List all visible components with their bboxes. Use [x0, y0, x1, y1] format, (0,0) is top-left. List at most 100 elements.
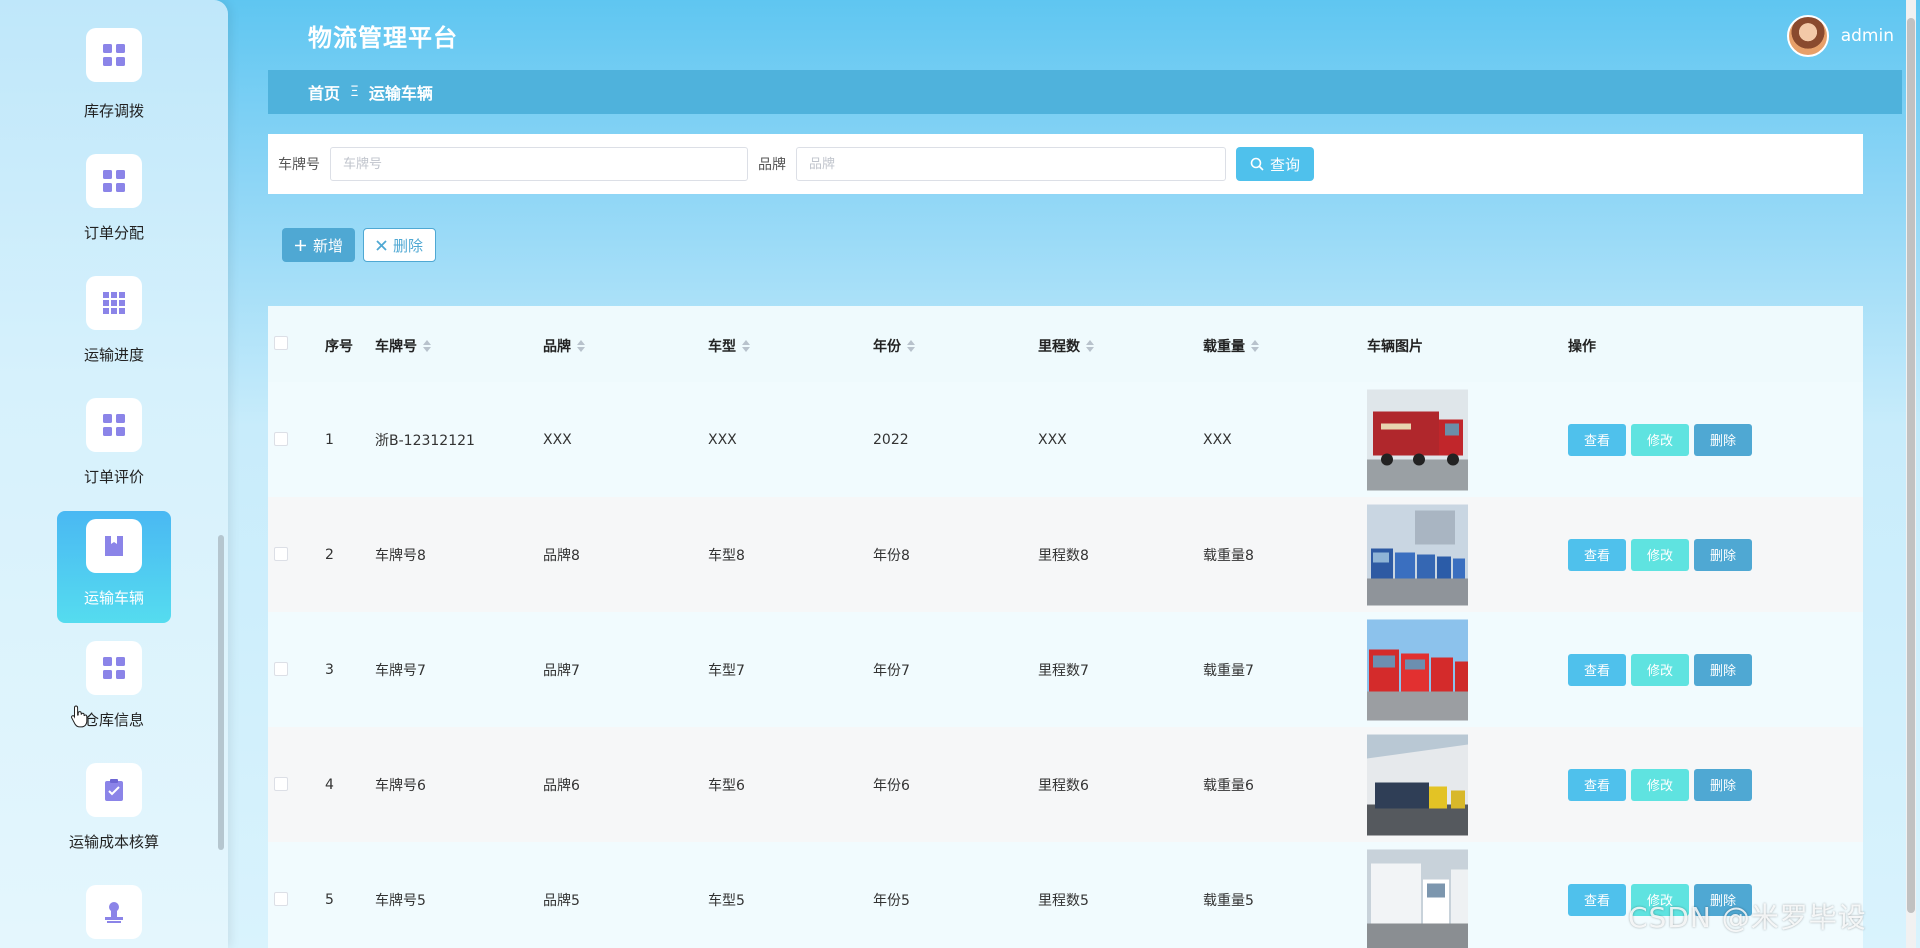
delete-button[interactable]: 删除: [1694, 538, 1752, 571]
header-year[interactable]: 年份: [873, 336, 915, 356]
user-menu[interactable]: admin: [1786, 14, 1894, 58]
vehicle-image[interactable]: [1367, 849, 1468, 948]
edit-button[interactable]: 修改: [1631, 423, 1689, 456]
sort-icon[interactable]: [742, 340, 750, 352]
sidebar-item-transport-cost[interactable]: 运输成本核算: [57, 755, 171, 867]
book-icon: [86, 519, 142, 573]
header-load[interactable]: 载重量: [1203, 336, 1259, 356]
sidebar-item-order-review[interactable]: 订单评价: [57, 390, 171, 502]
add-button[interactable]: 新增: [282, 228, 355, 262]
sidebar-item-transport-vehicles[interactable]: 运输车辆: [57, 511, 171, 623]
add-button-label: 新增: [312, 236, 343, 255]
view-button[interactable]: 查看: [1568, 768, 1626, 801]
sort-icon[interactable]: [1251, 340, 1259, 352]
stamp-icon: [86, 885, 142, 939]
breadcrumb: 首页 Ξ 运输车辆: [268, 70, 1902, 114]
username[interactable]: admin: [1841, 26, 1894, 46]
plate-search-input[interactable]: [330, 147, 748, 181]
grid-icon: [86, 641, 142, 695]
vehicle-image[interactable]: [1367, 619, 1468, 720]
header-brand[interactable]: 品牌: [543, 336, 585, 356]
vehicle-image[interactable]: [1367, 389, 1468, 490]
cell-model: 车型8: [708, 547, 745, 564]
sort-icon[interactable]: [907, 340, 915, 352]
cell-plate: 浙B-12312121: [375, 432, 475, 449]
cell-year: 2022: [873, 431, 909, 448]
page-scrollbar-thumb[interactable]: [1907, 18, 1915, 913]
brand-search-input[interactable]: [796, 147, 1226, 181]
cell-year: 年份6: [873, 777, 910, 794]
edit-button[interactable]: 修改: [1631, 538, 1689, 571]
cell-model: 车型5: [708, 892, 745, 909]
header-mileage[interactable]: 里程数: [1038, 336, 1094, 356]
table-row: 5 车牌号5 品牌5 车型5 年份5 里程数5 载重量5 查看 修改 删除: [268, 842, 1863, 948]
table-row: 4 车牌号6 品牌6 车型6 年份6 里程数6 载重量6 查看 修改 删除: [268, 727, 1863, 842]
cell-model: XXX: [708, 431, 737, 448]
sort-icon[interactable]: [577, 340, 585, 352]
select-all-checkbox[interactable]: [274, 336, 288, 350]
query-button-label: 查询: [1269, 155, 1300, 174]
delete-button[interactable]: 删除: [1694, 768, 1752, 801]
cell-mileage: XXX: [1038, 431, 1067, 448]
view-button[interactable]: 查看: [1568, 423, 1626, 456]
hand-cursor-icon: [71, 705, 88, 728]
app-title: 物流管理平台: [308, 24, 458, 52]
cell-year: 年份8: [873, 547, 910, 564]
delete-button[interactable]: 删除: [1694, 653, 1752, 686]
cell-year: 年份5: [873, 892, 910, 909]
cell-model: 车型6: [708, 777, 745, 794]
table-row: 3 车牌号7 品牌7 车型7 年份7 里程数7 载重量7 查看 修改 删除: [268, 612, 1863, 727]
sidebar-item-more[interactable]: [57, 877, 171, 948]
cell-load: 载重量6: [1203, 777, 1254, 794]
cell-plate: 车牌号6: [375, 777, 426, 794]
query-button[interactable]: 查询: [1236, 147, 1314, 181]
view-button[interactable]: 查看: [1568, 538, 1626, 571]
table-header: 序号 车牌号 品牌 车型 年份 里程数 载重量 车辆图片 操作: [268, 306, 1863, 382]
avatar[interactable]: [1786, 15, 1829, 57]
edit-button[interactable]: 修改: [1631, 768, 1689, 801]
search-icon: [1250, 157, 1264, 171]
edit-button[interactable]: 修改: [1631, 653, 1689, 686]
row-checkbox[interactable]: [274, 777, 288, 791]
grid-icon: [86, 398, 142, 452]
sidebar-item-transport-progress[interactable]: 运输进度: [57, 268, 171, 380]
header-model[interactable]: 车型: [708, 336, 750, 356]
breadcrumb-home[interactable]: 首页: [308, 80, 340, 104]
breadcrumb-current: 运输车辆: [368, 84, 433, 103]
cell-mileage: 里程数6: [1038, 777, 1089, 794]
sidebar: 库存调拨 订单分配 运输进度 订单评价 运输车辆 仓库信息 运输成本核算: [0, 0, 228, 948]
batch-delete-button[interactable]: 删除: [363, 228, 436, 262]
row-checkbox[interactable]: [274, 547, 288, 561]
cell-year: 年份7: [873, 662, 910, 679]
sidebar-item-warehouse-info[interactable]: 仓库信息: [57, 633, 171, 745]
cell-plate: 车牌号8: [375, 547, 426, 564]
sidebar-item-label: 订单评价: [83, 468, 144, 486]
header-image: 车辆图片: [1367, 339, 1423, 355]
sidebar-scrollbar[interactable]: [218, 535, 224, 850]
grid-9-icon: [86, 276, 142, 330]
row-checkbox[interactable]: [274, 892, 288, 906]
sort-icon[interactable]: [423, 340, 431, 352]
delete-button[interactable]: 删除: [1694, 423, 1752, 456]
cell-index: 3: [325, 661, 334, 678]
sidebar-item-label: 库存调拨: [83, 102, 144, 120]
breadcrumb-separator: Ξ: [350, 84, 359, 100]
grid-icon: [86, 154, 142, 208]
clipboard-check-icon: [86, 763, 142, 817]
sidebar-item-label: 运输进度: [83, 346, 144, 364]
sort-icon[interactable]: [1086, 340, 1094, 352]
vehicle-image[interactable]: [1367, 504, 1468, 605]
cell-brand: 品牌8: [543, 547, 580, 564]
row-checkbox[interactable]: [274, 432, 288, 446]
row-checkbox[interactable]: [274, 662, 288, 676]
view-button[interactable]: 查看: [1568, 653, 1626, 686]
sidebar-item-inventory-transfer[interactable]: 库存调拨: [57, 28, 171, 148]
vehicle-image[interactable]: [1367, 734, 1468, 835]
cell-index: 5: [325, 891, 334, 908]
view-button[interactable]: 查看: [1568, 883, 1626, 916]
header-plate[interactable]: 车牌号: [375, 336, 431, 356]
search-bar: 车牌号 品牌 查询: [268, 134, 1863, 194]
sidebar-item-order-allocation[interactable]: 订单分配: [57, 146, 171, 258]
cell-load: 载重量7: [1203, 662, 1254, 679]
header-ops: 操作: [1568, 339, 1596, 355]
